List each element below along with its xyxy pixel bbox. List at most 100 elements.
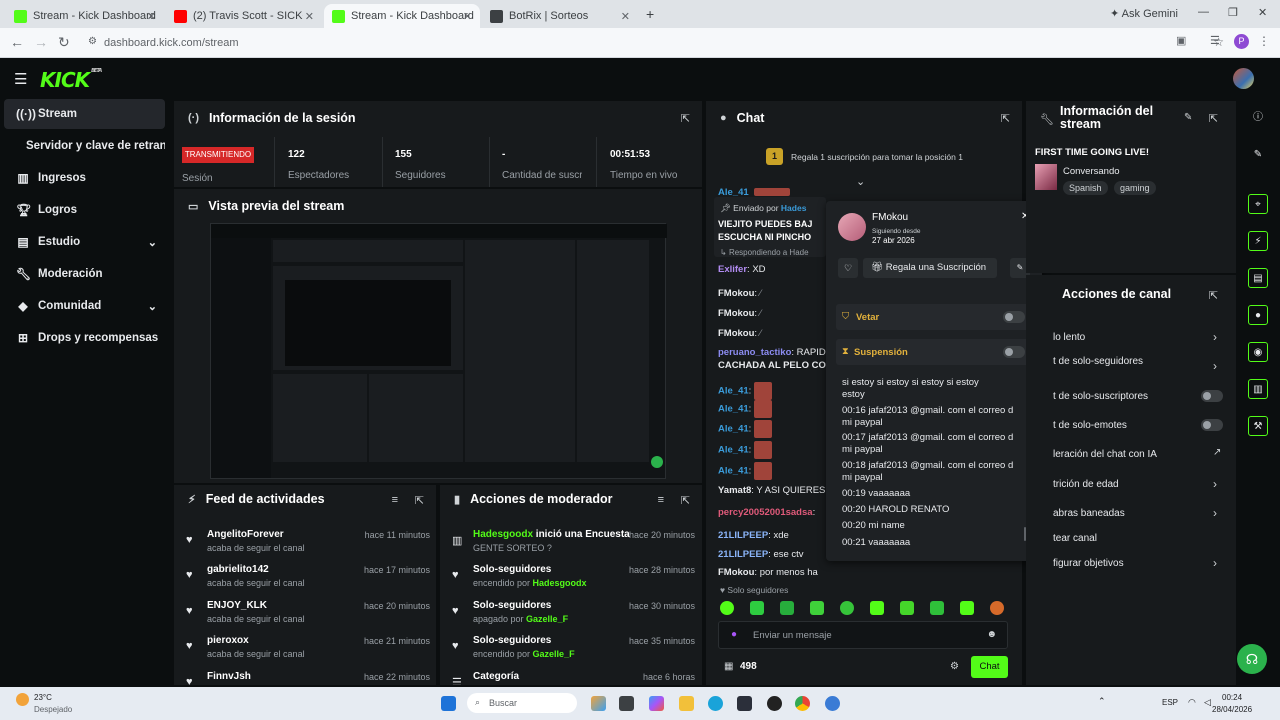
browser-tab-active[interactable]: Stream - Kick Dashboard ✕ [324, 4, 480, 28]
tag-badge[interactable]: gaming [1114, 181, 1156, 195]
wrench-icon[interactable]: ⚒ [1248, 416, 1268, 436]
app-icon[interactable] [767, 696, 782, 711]
file-explorer-icon[interactable] [679, 696, 694, 711]
veto-toggle[interactable] [1003, 311, 1025, 323]
external-link-icon[interactable]: ↗ [1213, 447, 1221, 458]
channel-action-followers-only[interactable]: t de solo-seguidores [1053, 356, 1143, 367]
send-chat-button[interactable]: Chat [971, 656, 1008, 678]
feed-username[interactable]: ENJOY_KLK [207, 600, 267, 611]
minimize-button[interactable]: — [1198, 6, 1209, 18]
popout-icon[interactable]: ⇱ [1209, 289, 1218, 302]
mod-username[interactable]: Hadesgoodx [473, 529, 533, 540]
app-icon[interactable] [825, 696, 840, 711]
feed-username[interactable]: pieroxox [207, 635, 249, 646]
edge-icon[interactable] [708, 696, 723, 711]
chat-username[interactable]: Exlifer [718, 264, 747, 275]
url-field[interactable]: ⚙ dashboard.kick.com/stream ☆ [84, 32, 1224, 54]
reload-icon[interactable]: ↻ [58, 34, 70, 51]
emote-icon[interactable] [960, 601, 974, 615]
browser-tab[interactable]: (2) Travis Scott - SICKO MO ✕ [166, 4, 322, 28]
ask-gemini-button[interactable]: ✦ Ask Gemini [1110, 7, 1178, 20]
feed-username[interactable]: FinnvJsh [207, 671, 251, 682]
widgets-icon[interactable] [591, 696, 606, 711]
filter-icon[interactable]: ≡ [392, 494, 398, 506]
close-window-button[interactable]: ✕ [1258, 6, 1267, 19]
subscribers-only-toggle[interactable] [1201, 390, 1223, 402]
new-tab-button[interactable]: + [646, 6, 654, 22]
close-icon[interactable]: ✕ [305, 10, 314, 23]
chat-username[interactable]: Ale_41 [718, 386, 749, 397]
chat-username[interactable]: FMokou [718, 308, 754, 319]
chevron-right-icon[interactable]: › [1213, 556, 1217, 570]
mod-username[interactable]: Gazelle_F [526, 614, 568, 624]
sidebar-item-estudio[interactable]: ▤ Estudio ⌄ [4, 227, 165, 257]
sidebar-item-moderacion[interactable]: 🔧︎ Moderación [4, 259, 165, 289]
follow-heart-button[interactable]: ♡ [838, 258, 858, 278]
chat-username[interactable]: Ale_41 [718, 424, 749, 435]
kick-logo[interactable]: KICK BETA [40, 68, 102, 92]
mod-username[interactable]: Gazelle_F [533, 649, 575, 659]
taskbar-search[interactable]: ⌕ Buscar [467, 693, 577, 713]
sidebar-item-stream[interactable]: ((·)) Stream [4, 99, 165, 129]
suspend-toggle[interactable] [1003, 346, 1025, 358]
mod-username[interactable]: Hadesgoodx [533, 578, 587, 588]
chevron-down-icon[interactable]: ⌄ [856, 175, 865, 188]
chevron-right-icon[interactable]: › [1213, 506, 1217, 520]
scan-icon[interactable]: ⌖ [1248, 194, 1268, 214]
chrome-icon[interactable] [795, 696, 810, 711]
broadcast-icon[interactable]: ◉ [1248, 342, 1268, 362]
emote-icon[interactable] [780, 601, 794, 615]
sidebar-item-stream-key[interactable]: Servidor y clave de retransm [4, 131, 165, 161]
channel-action-banned-words[interactable]: abras baneadas [1053, 508, 1125, 519]
task-view-icon[interactable] [619, 696, 634, 711]
support-headset-icon[interactable]: ☊ [1237, 644, 1267, 674]
feed-username[interactable]: gabrielito142 [207, 564, 269, 575]
channel-action-ai-moderation[interactable]: leración del chat con IA [1053, 449, 1157, 460]
store-icon[interactable] [737, 696, 752, 711]
cast-icon[interactable]: ▣ [1176, 34, 1186, 47]
emote-icon[interactable] [990, 601, 1004, 615]
stream-category[interactable]: Conversando [1063, 166, 1120, 177]
wifi-icon[interactable]: ◠ [1188, 697, 1196, 708]
info-icon[interactable]: ⓘ [1248, 108, 1268, 128]
clock-time[interactable]: 00:24 [1222, 693, 1242, 702]
channel-action-slow-mode[interactable]: lo lento [1053, 332, 1085, 343]
maximize-button[interactable]: ❐ [1228, 6, 1238, 19]
sidebar-item-comunidad[interactable]: ◆ Comunidad ⌄ [4, 291, 165, 321]
site-info-icon[interactable]: ⚙ [88, 36, 97, 47]
windows-start-icon[interactable] [441, 696, 456, 711]
copilot-icon[interactable] [649, 696, 664, 711]
chevron-up-icon[interactable]: ⌃ [1098, 696, 1106, 707]
sidebar-item-ingresos[interactable]: ▥ Ingresos [4, 163, 165, 193]
close-icon[interactable]: ✕ [463, 10, 472, 23]
popout-icon[interactable]: ⇱ [1001, 112, 1010, 125]
chevron-right-icon[interactable]: › [1213, 330, 1217, 344]
gift-subscription-button[interactable]: 🎁︎ Regala una Suscripción [863, 258, 997, 278]
chat-username[interactable]: Yamat8 [718, 485, 751, 496]
channel-action-raid[interactable]: tear canal [1053, 533, 1097, 544]
chat-username[interactable]: 21LILPEEP [718, 549, 768, 560]
back-icon[interactable]: ← [10, 34, 24, 50]
emote-icon[interactable] [720, 601, 734, 615]
language-indicator[interactable]: ESP [1162, 698, 1178, 707]
emote-icon[interactable] [810, 601, 824, 615]
clock-date[interactable]: 28/04/2026 [1212, 705, 1252, 714]
feed-username[interactable]: AngelitoForever [207, 529, 284, 540]
more-menu-icon[interactable]: ⋮ [1258, 34, 1270, 48]
tab-search-icon[interactable]: ☰ [1210, 34, 1220, 47]
emote-icon[interactable] [930, 601, 944, 615]
profile-avatar[interactable]: P [1234, 34, 1249, 49]
volume-icon[interactable]: ◁ [1204, 697, 1211, 708]
pencil-icon[interactable]: ✎ [1248, 145, 1268, 165]
chat-username[interactable]: Ale_41 [718, 466, 749, 477]
chevron-right-icon[interactable]: › [1213, 477, 1217, 491]
emote-icon[interactable] [750, 601, 764, 615]
emoji-icon[interactable]: ☻ [986, 629, 997, 640]
tag-badge[interactable]: Spanish [1063, 181, 1108, 195]
chat-username[interactable]: Ale_41 [718, 445, 749, 456]
gear-icon[interactable]: ⚙ [950, 661, 959, 672]
chevron-right-icon[interactable]: › [1213, 359, 1217, 373]
sidebar-item-drops[interactable]: ⊞ Drops y recompensas [4, 323, 165, 353]
chat-username[interactable]: Ale_41 [718, 404, 749, 415]
emote-icon[interactable] [870, 601, 884, 615]
